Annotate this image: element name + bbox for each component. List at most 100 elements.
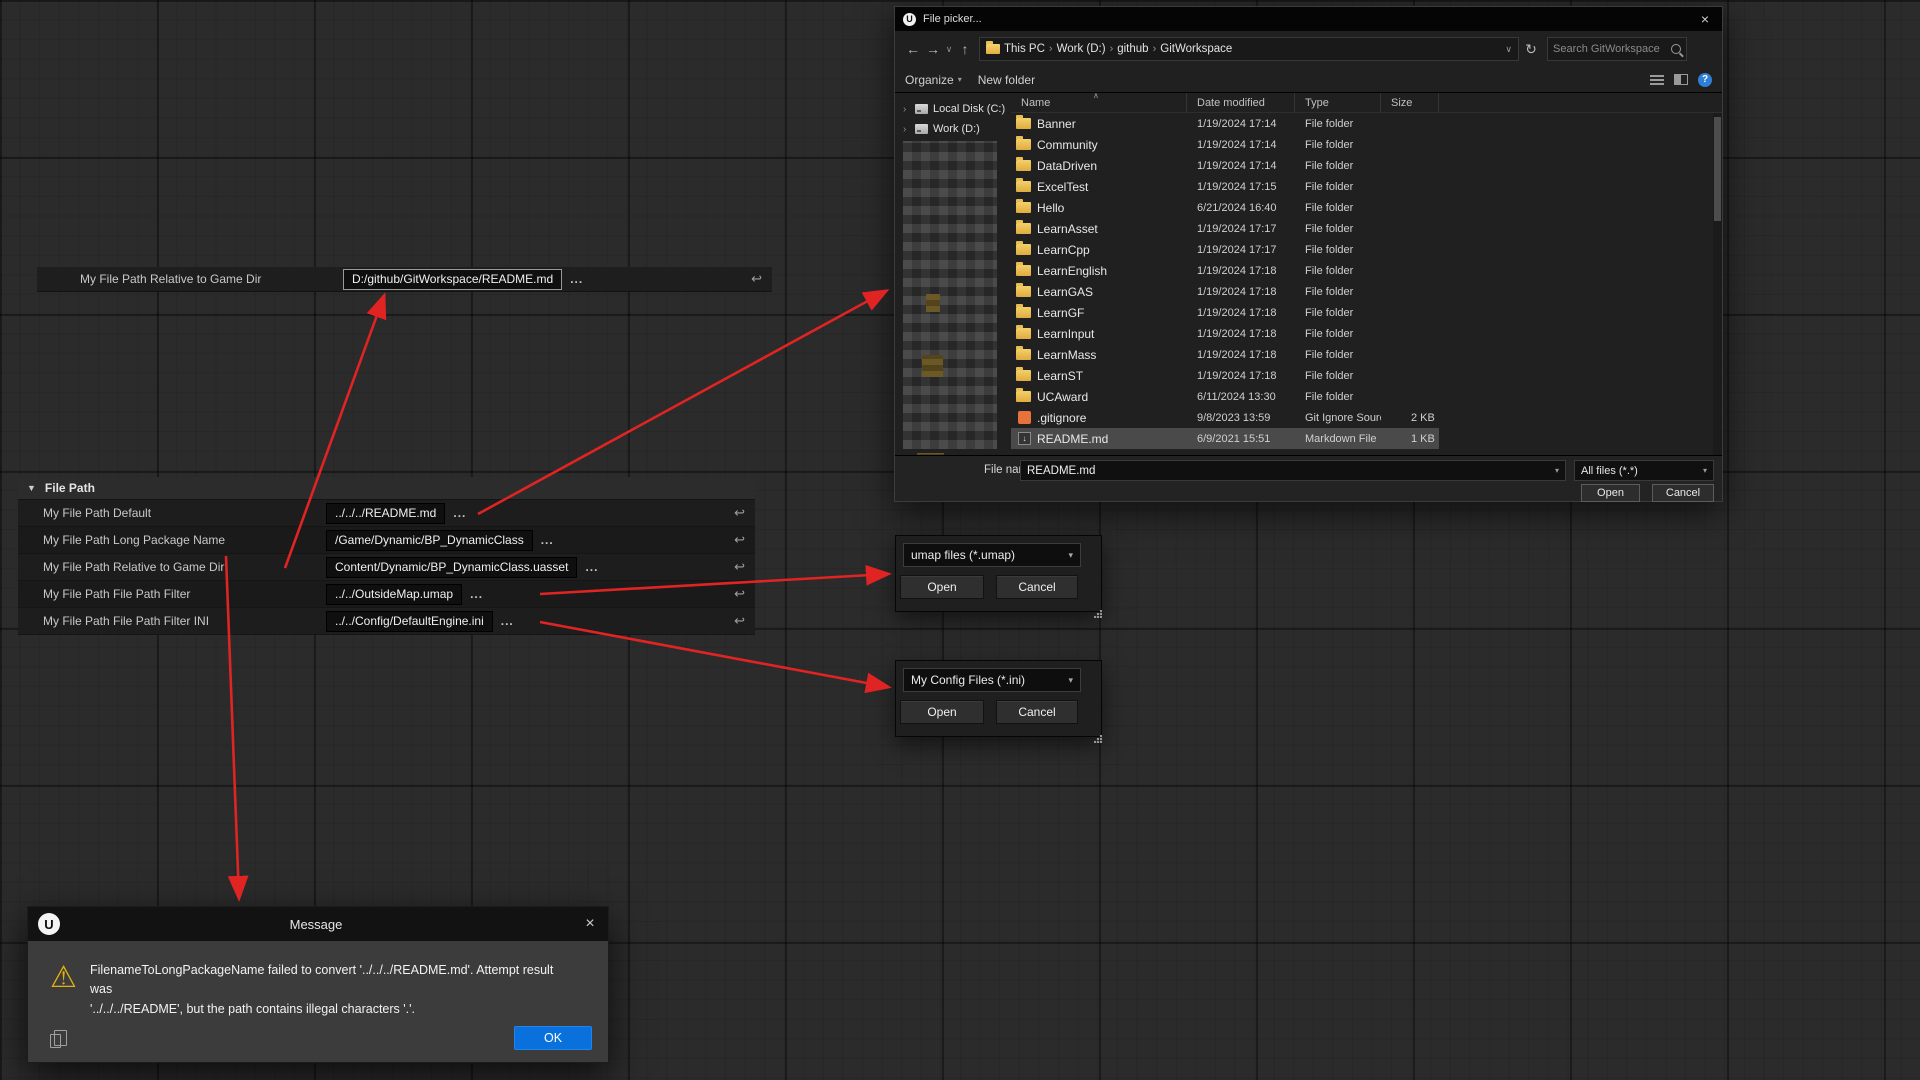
resize-grip[interactable]	[1094, 735, 1102, 743]
breadcrumb-separator-icon[interactable]: ›	[1153, 43, 1157, 55]
file-row-selected[interactable]: ↓ README.md 6/9/2021 15:51 Markdown File…	[1011, 428, 1439, 449]
tree-chevron-icon[interactable]: ›	[903, 124, 913, 135]
browse-ellipsis-button[interactable]: ...	[541, 533, 554, 547]
open-button[interactable]: Open	[900, 700, 984, 724]
file-type: File folder	[1295, 349, 1381, 361]
column-header-name[interactable]: Name ∧	[1011, 93, 1187, 113]
help-icon[interactable]: ?	[1698, 73, 1712, 87]
file-row[interactable]: LearnCpp 1/19/2024 17:17 File folder	[1011, 239, 1439, 260]
column-label: Date modified	[1197, 97, 1265, 109]
organize-menu[interactable]: Organize ▾	[905, 73, 962, 87]
breadcrumb-gitworkspace[interactable]: GitWorkspace	[1160, 43, 1232, 55]
open-button[interactable]: Open	[900, 575, 984, 599]
revert-icon[interactable]: ↩	[734, 613, 745, 629]
file-name: LearnAsset	[1037, 222, 1187, 236]
preview-pane-icon[interactable]	[1674, 74, 1688, 85]
file-type: Markdown File	[1295, 433, 1381, 445]
file-row[interactable]: Banner 1/19/2024 17:14 File folder	[1011, 113, 1439, 134]
file-row[interactable]: LearnGAS 1/19/2024 17:18 File folder	[1011, 281, 1439, 302]
column-header-size[interactable]: Size	[1381, 93, 1439, 113]
message-titlebar[interactable]: U Message ×	[28, 907, 608, 941]
tree-item-local-disk-c[interactable]: › Local Disk (C:)	[895, 99, 1011, 119]
file-row[interactable]: LearnInput 1/19/2024 17:18 File folder	[1011, 323, 1439, 344]
browse-ellipsis-button[interactable]: ...	[585, 560, 598, 574]
file-path-section-header[interactable]: ▼ File Path	[18, 477, 755, 500]
message-dialog: U Message × ⚠ FilenameToLongPackageName …	[27, 906, 609, 1063]
path-value-field[interactable]: D:/github/GitWorkspace/README.md	[343, 269, 562, 290]
file-name-combo[interactable]: ▾	[1020, 460, 1566, 481]
scrollbar[interactable]	[1713, 113, 1722, 457]
cancel-button[interactable]: Cancel	[1652, 484, 1714, 502]
path-value-field[interactable]: /Game/Dynamic/BP_DynamicClass	[326, 530, 533, 551]
address-dropdown-icon[interactable]: ∨	[1505, 44, 1512, 55]
breadcrumb-separator-icon[interactable]: ›	[1049, 43, 1053, 55]
column-header-type[interactable]: Type	[1295, 93, 1381, 113]
revert-icon[interactable]: ↩	[734, 559, 745, 575]
file-row[interactable]: DataDriven 1/19/2024 17:14 File folder	[1011, 155, 1439, 176]
picker-titlebar[interactable]: U File picker... ×	[895, 7, 1722, 31]
path-value-field[interactable]: Content/Dynamic/BP_DynamicClass.uasset	[326, 557, 577, 578]
up-icon[interactable]: ↑	[955, 41, 975, 57]
file-row[interactable]: LearnEnglish 1/19/2024 17:18 File folder	[1011, 260, 1439, 281]
breadcrumb-this-pc[interactable]: This PC	[1004, 43, 1045, 55]
tree-chevron-icon[interactable]: ›	[903, 104, 913, 115]
path-value-field[interactable]: ../../OutsideMap.umap	[326, 584, 462, 605]
file-row[interactable]: LearnST 1/19/2024 17:18 File folder	[1011, 365, 1439, 386]
address-bar[interactable]: This PC › Work (D:) › github › GitWorksp…	[979, 37, 1519, 61]
revert-icon[interactable]: ↩	[734, 532, 745, 548]
column-header-date-modified[interactable]: Date modified	[1187, 93, 1295, 113]
open-button[interactable]: Open	[1581, 484, 1640, 502]
breadcrumb-github[interactable]: github	[1117, 43, 1148, 55]
search-input[interactable]	[1553, 43, 1671, 55]
file-type-combo[interactable]: All files (*.*) ▾	[1574, 460, 1714, 481]
close-icon[interactable]: ×	[572, 907, 608, 941]
file-row[interactable]: LearnGF 1/19/2024 17:18 File folder	[1011, 302, 1439, 323]
path-value-field[interactable]: ../../../README.md	[326, 503, 445, 524]
revert-icon[interactable]: ↩	[751, 271, 762, 287]
view-list-icon[interactable]	[1650, 74, 1664, 85]
browse-ellipsis-button[interactable]: ...	[470, 587, 483, 601]
file-date: 1/19/2024 17:18	[1187, 265, 1295, 277]
collapse-triangle-icon[interactable]: ▼	[27, 483, 36, 493]
new-folder-button[interactable]: New folder	[978, 73, 1035, 87]
history-dropdown-icon[interactable]: ∨	[943, 44, 955, 55]
browse-ellipsis-button[interactable]: ...	[501, 614, 514, 628]
browse-ellipsis-button[interactable]: ...	[570, 272, 583, 286]
file-name-input[interactable]	[1027, 465, 1555, 477]
search-box[interactable]	[1547, 37, 1687, 61]
copy-to-clipboard-icon[interactable]	[50, 1034, 61, 1048]
file-row[interactable]: Hello 6/21/2024 16:40 File folder	[1011, 197, 1439, 218]
revert-icon[interactable]: ↩	[734, 505, 745, 521]
file-row[interactable]: LearnMass 1/19/2024 17:18 File folder	[1011, 344, 1439, 365]
breadcrumb-separator-icon[interactable]: ›	[1110, 43, 1114, 55]
file-filter-combo[interactable]: umap files (*.umap) ▾	[903, 543, 1081, 567]
tree-item-work-d[interactable]: › Work (D:)	[895, 119, 1011, 139]
refresh-icon[interactable]: ↻	[1519, 41, 1543, 58]
folder-icon	[1016, 328, 1031, 339]
cancel-button[interactable]: Cancel	[996, 700, 1078, 724]
file-row[interactable]: ExcelTest 1/19/2024 17:15 File folder	[1011, 176, 1439, 197]
revert-icon[interactable]: ↩	[734, 586, 745, 602]
scrollbar-thumb[interactable]	[1714, 117, 1721, 221]
back-icon[interactable]: ←	[903, 41, 923, 57]
ok-button[interactable]: OK	[514, 1026, 592, 1050]
close-icon[interactable]: ×	[1688, 7, 1722, 31]
property-row-default: My File Path Default ../../../README.md …	[18, 500, 755, 527]
resize-grip[interactable]	[1094, 610, 1102, 618]
file-row[interactable]: LearnAsset 1/19/2024 17:17 File folder	[1011, 218, 1439, 239]
file-row[interactable]: UCAward 6/11/2024 13:30 File folder	[1011, 386, 1439, 407]
file-date: 1/19/2024 17:17	[1187, 244, 1295, 256]
file-name: README.md	[1037, 432, 1187, 446]
file-row[interactable]: .gitignore 9/8/2023 13:59 Git Ignore Sou…	[1011, 407, 1439, 428]
forward-icon[interactable]: →	[923, 41, 943, 57]
file-row[interactable]: Community 1/19/2024 17:14 File folder	[1011, 134, 1439, 155]
breadcrumb-work-d[interactable]: Work (D:)	[1057, 43, 1106, 55]
browse-ellipsis-button[interactable]: ...	[453, 506, 466, 520]
file-name: Hello	[1037, 201, 1187, 215]
path-value-field[interactable]: ../../Config/DefaultEngine.ini	[326, 611, 493, 632]
chevron-down-icon: ▾	[1703, 466, 1707, 475]
file-filter-combo[interactable]: My Config Files (*.ini) ▾	[903, 668, 1081, 692]
cancel-button[interactable]: Cancel	[996, 575, 1078, 599]
chevron-down-icon[interactable]: ▾	[1555, 466, 1559, 475]
file-date: 6/21/2024 16:40	[1187, 202, 1295, 214]
